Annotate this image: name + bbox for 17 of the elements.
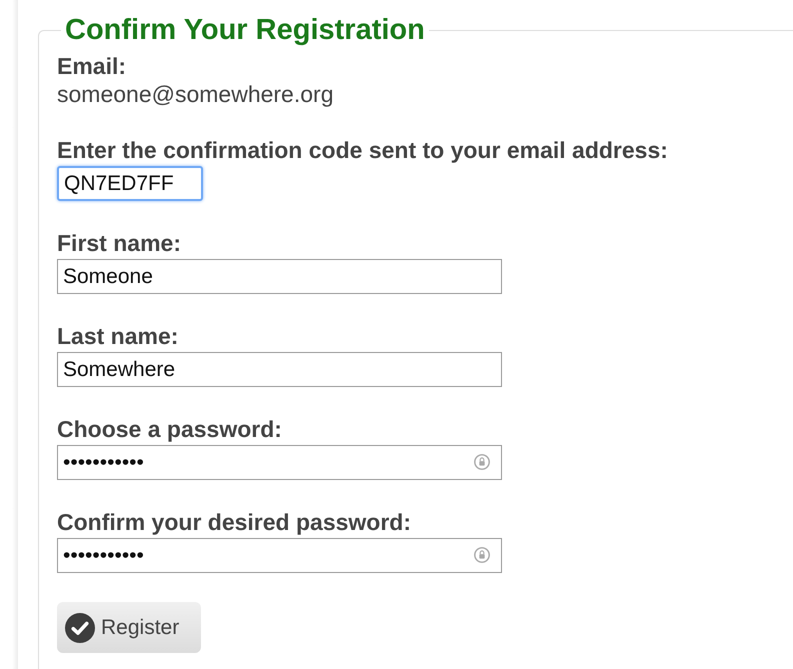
input-field[interactable]: QN7ED7FF: [57, 166, 203, 201]
email-value: someone@somewhere.org: [57, 81, 334, 108]
lock-icon[interactable]: [473, 546, 491, 564]
field-label: Choose a password:: [57, 416, 283, 443]
input-field[interactable]: Somewhere: [57, 352, 502, 387]
lock-icon[interactable]: [473, 453, 491, 471]
check-icon: [65, 612, 95, 642]
field-label: First name:: [57, 230, 182, 257]
field-label: Confirm your desired password:: [57, 509, 412, 536]
input-field[interactable]: Someone: [57, 259, 502, 294]
email-label: Email:: [57, 53, 128, 80]
password-field[interactable]: •••••••••••: [57, 445, 502, 480]
password-field[interactable]: •••••••••••: [57, 538, 502, 573]
field-label: Enter the confirmation code sent to your email address:: [57, 137, 669, 164]
field-label: Last name:: [57, 323, 180, 350]
register-button[interactable]: Register: [57, 602, 201, 653]
form-title: Confirm Your Registration: [64, 13, 426, 47]
